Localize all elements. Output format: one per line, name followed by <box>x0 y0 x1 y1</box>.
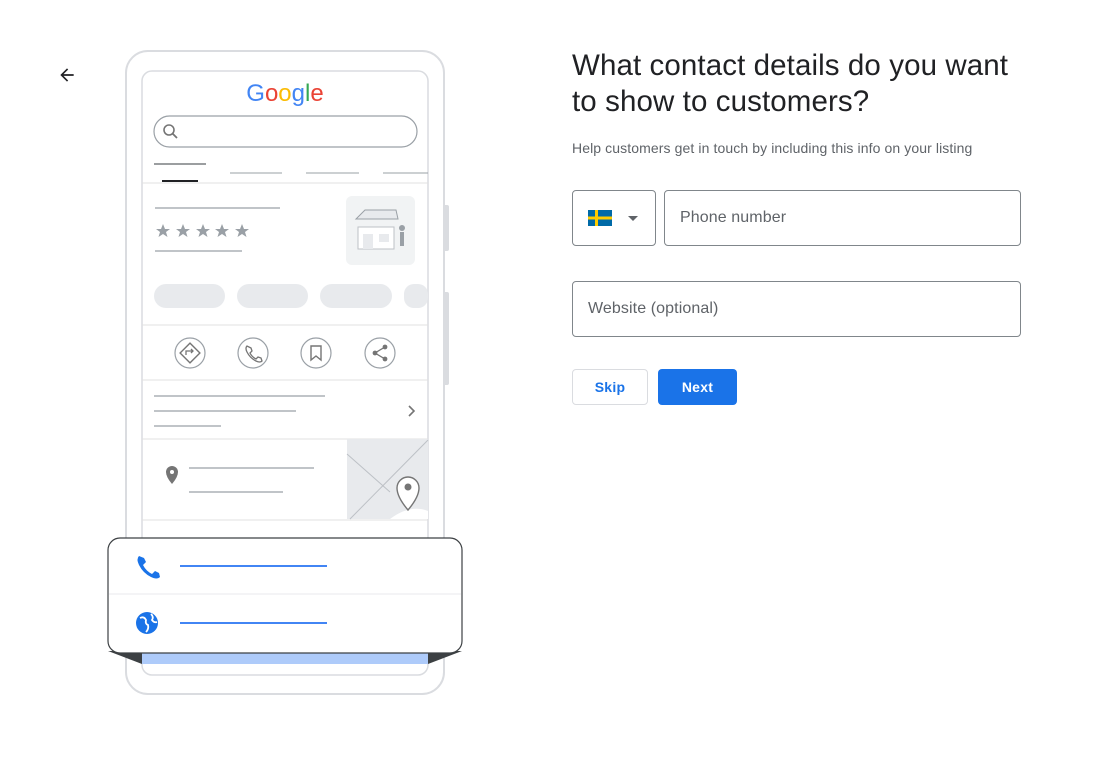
phone-icon <box>237 337 269 369</box>
contact-card <box>107 537 463 654</box>
skip-button[interactable]: Skip <box>572 369 648 405</box>
mock-search-bar <box>153 115 418 148</box>
phone-number-field-box <box>664 190 1021 246</box>
google-logo: Google <box>246 80 323 107</box>
share-icon <box>364 337 396 369</box>
page-title: What contact details do you want to show… <box>572 49 1009 118</box>
contact-details-form: What contact details do you want to show… <box>572 48 1032 405</box>
phone-number-input[interactable] <box>665 191 1020 245</box>
next-button[interactable]: Next <box>658 369 737 405</box>
website-field-box <box>572 281 1021 337</box>
arrow-back-icon <box>60 68 74 82</box>
directions-icon <box>174 337 206 369</box>
phone-mockup: Google <box>107 50 463 695</box>
caret-down-icon <box>628 216 638 221</box>
globe-icon <box>136 612 158 634</box>
bookmark-icon <box>300 337 332 369</box>
listing-preview-illustration: Google <box>100 44 470 704</box>
back-button[interactable] <box>52 60 82 90</box>
sweden-flag-icon <box>588 210 612 226</box>
country-code-select[interactable] <box>572 190 656 246</box>
website-input[interactable] <box>573 282 1020 336</box>
page-subtitle: Help customers get in touch by including… <box>572 140 973 156</box>
phone-row <box>572 190 1021 246</box>
